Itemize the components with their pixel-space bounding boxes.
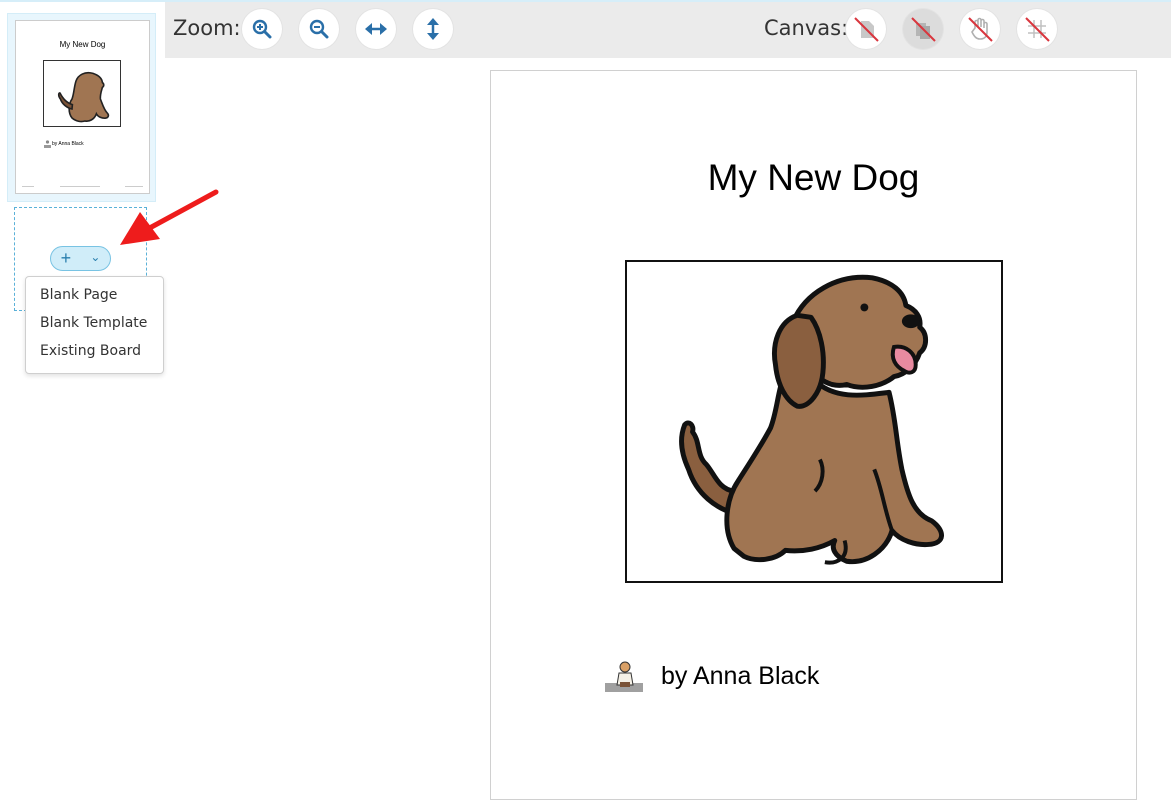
add-page-button[interactable]: + ⌄: [50, 246, 111, 271]
zoom-in-icon: [252, 19, 272, 39]
canvas-page-button[interactable]: [846, 9, 886, 49]
dog-illustration: [678, 274, 944, 565]
canvas-pages-button[interactable]: [903, 9, 943, 49]
thumbnail-title: My New Dog: [59, 40, 106, 49]
dog-image[interactable]: [625, 260, 1003, 583]
canvas-grid-off-icon: [1025, 17, 1050, 42]
zoom-in-button[interactable]: [242, 9, 282, 49]
canvas-hand-button[interactable]: [960, 9, 1000, 49]
fit-width-icon: [365, 23, 387, 35]
canvas-page-off-icon: [854, 17, 879, 42]
zoom-out-button[interactable]: [299, 9, 339, 49]
fit-height-button[interactable]: [413, 9, 453, 49]
menu-item-blank-page[interactable]: Blank Page: [40, 287, 117, 303]
zoom-out-icon: [309, 19, 329, 39]
menu-item-blank-template[interactable]: Blank Template: [40, 315, 147, 331]
plus-icon: +: [60, 248, 72, 268]
canvas-hand-off-icon: [968, 17, 993, 42]
thumbnail-page: My New Dog by Anna Black: [15, 20, 150, 194]
thumbnail-dog-image: [43, 60, 121, 127]
author-person-icon: [605, 661, 643, 692]
page-title[interactable]: My New Dog: [491, 157, 1136, 199]
chevron-down-icon[interactable]: ⌄: [90, 250, 100, 264]
canvas-label: Canvas:: [764, 16, 849, 40]
canvas-grid-button[interactable]: [1017, 9, 1057, 49]
author-text[interactable]: by Anna Black: [661, 662, 819, 691]
canvas-pages-off-icon: [911, 17, 936, 42]
annotation-arrow-icon: [120, 189, 219, 245]
toolbar: Zoom: Canvas:: [165, 2, 1171, 58]
fit-width-button[interactable]: [356, 9, 396, 49]
thumbnail-author-icon: [44, 140, 51, 148]
page-thumbnail-selected[interactable]: My New Dog by Anna Black: [7, 13, 156, 202]
zoom-label: Zoom:: [173, 16, 241, 40]
fit-height-icon: [427, 18, 439, 40]
thumbnail-author: by Anna Black: [52, 141, 84, 147]
add-page-menu: Blank Page Blank Template Existing Board: [25, 276, 164, 374]
menu-item-existing-board[interactable]: Existing Board: [40, 343, 141, 359]
canvas-page[interactable]: My New Dog by Anna Black: [490, 70, 1137, 800]
